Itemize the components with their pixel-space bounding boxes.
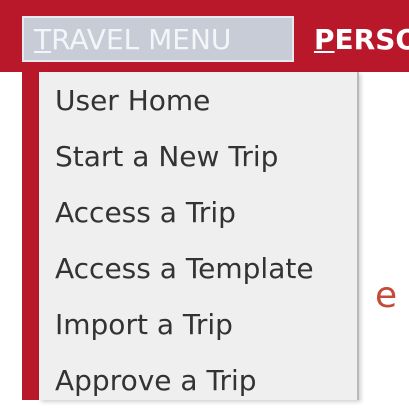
menu-item-user-home[interactable]: User Home [39,72,357,128]
travel-menu-label: RAVEL MENU [51,22,232,56]
menu-item-access-template[interactable]: Access a Template [39,240,357,296]
menu-item-start-new-trip[interactable]: Start a New Trip [39,128,357,184]
background-heading-fragment: e [375,275,398,316]
menu-item-import-trip[interactable]: Import a Trip [39,296,357,352]
menu-left-border [22,72,39,400]
personal-menu-tab[interactable]: P ERSO [314,16,409,62]
personal-menu-label: ERSO [334,22,409,56]
travel-menu-accesskey: T [34,22,52,56]
travel-menu-dropdown: User Home Start a New Trip Access a Trip… [39,72,359,400]
travel-menu-tab[interactable]: T RAVEL MENU [22,16,294,62]
personal-menu-accesskey: P [314,22,335,56]
menu-item-access-trip[interactable]: Access a Trip [39,184,357,240]
